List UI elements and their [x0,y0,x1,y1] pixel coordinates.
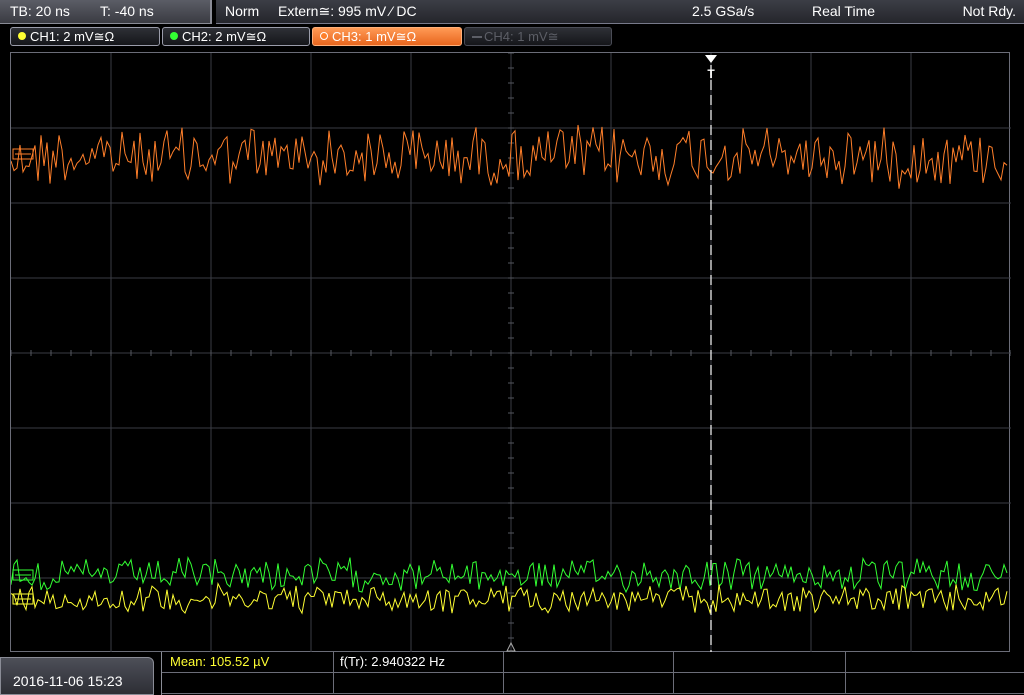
trigger-state: Not Rdy. [962,3,1016,19]
measurement-slot-3[interactable] [504,652,674,673]
sample-rate: 2.5 GSa/s [692,3,755,19]
channel-4-indicator-icon [472,36,482,38]
channel-2-label: CH2: 2 mV≅Ω [182,29,267,44]
timebase-label: TB: 20 ns [10,3,70,19]
datetime-box: 2016-11-06 15:23 [0,657,154,695]
measurement-slot-8[interactable] [504,673,674,694]
channel-3-label: CH3: 1 mV≅Ω [332,29,417,44]
measurement-mean[interactable]: Mean: 105.52 µV [162,652,334,673]
channel-bar: CH1: 2 mV≅Ω CH2: 2 mV≅Ω CH3: 1 mV≅Ω CH4:… [0,24,1024,50]
measurement-slot-4[interactable] [674,652,846,673]
measurement-slot-10[interactable] [846,673,1024,694]
channel-3-indicator-icon [320,32,328,40]
measurement-slot-9[interactable] [674,673,846,694]
trigger-marker-label: T [707,67,715,81]
channel-1-tab[interactable]: CH1: 2 mV≅Ω [10,27,160,46]
channel-1-trace [11,581,1008,615]
channel-3-tab[interactable]: CH3: 1 mV≅Ω [312,27,462,46]
channel-2-indicator-icon [170,32,178,40]
trigger-mode: Norm [225,3,260,19]
timebase-box[interactable]: TB: 20 ns T: -40 ns [0,0,212,24]
trigger-info-bar[interactable]: Norm Extern≅: 995 mV ⁄ DC 2.5 GSa/s Real… [216,0,1024,24]
measurement-slot-7[interactable] [334,673,504,694]
measurement-panel: Mean: 105.52 µV f(Tr): 2.940322 Hz [161,652,1024,695]
channel-1-indicator-icon [18,32,26,40]
channel-1-label: CH1: 2 mV≅Ω [30,29,115,44]
waveform-display[interactable]: T [10,52,1011,653]
time-offset-label: T: -40 ns [100,3,154,19]
waveform-canvas: T [11,53,1011,653]
datetime-label: 2016-11-06 15:23 [13,673,123,689]
channel-4-label: CH4: 1 mV≅ [484,29,559,44]
channel-2-tab[interactable]: CH2: 2 mV≅Ω [162,27,310,46]
trigger-source: Extern≅: 995 mV ⁄ DC [278,3,417,19]
acquisition-mode: Real Time [812,3,876,19]
channel-3-level-marker-icon[interactable] [12,148,34,160]
top-status-bar: TB: 20 ns T: -40 ns Norm Extern≅: 995 mV… [0,0,1024,24]
measurement-slot-6[interactable] [162,673,334,694]
measurement-trigger-frequency[interactable]: f(Tr): 2.940322 Hz [334,652,504,673]
measurement-slot-5[interactable] [846,652,1024,673]
trigger-position-marker-icon[interactable] [705,55,717,63]
channel-4-tab[interactable]: CH4: 1 mV≅ [464,27,612,46]
channel-3-trace [11,124,1008,189]
